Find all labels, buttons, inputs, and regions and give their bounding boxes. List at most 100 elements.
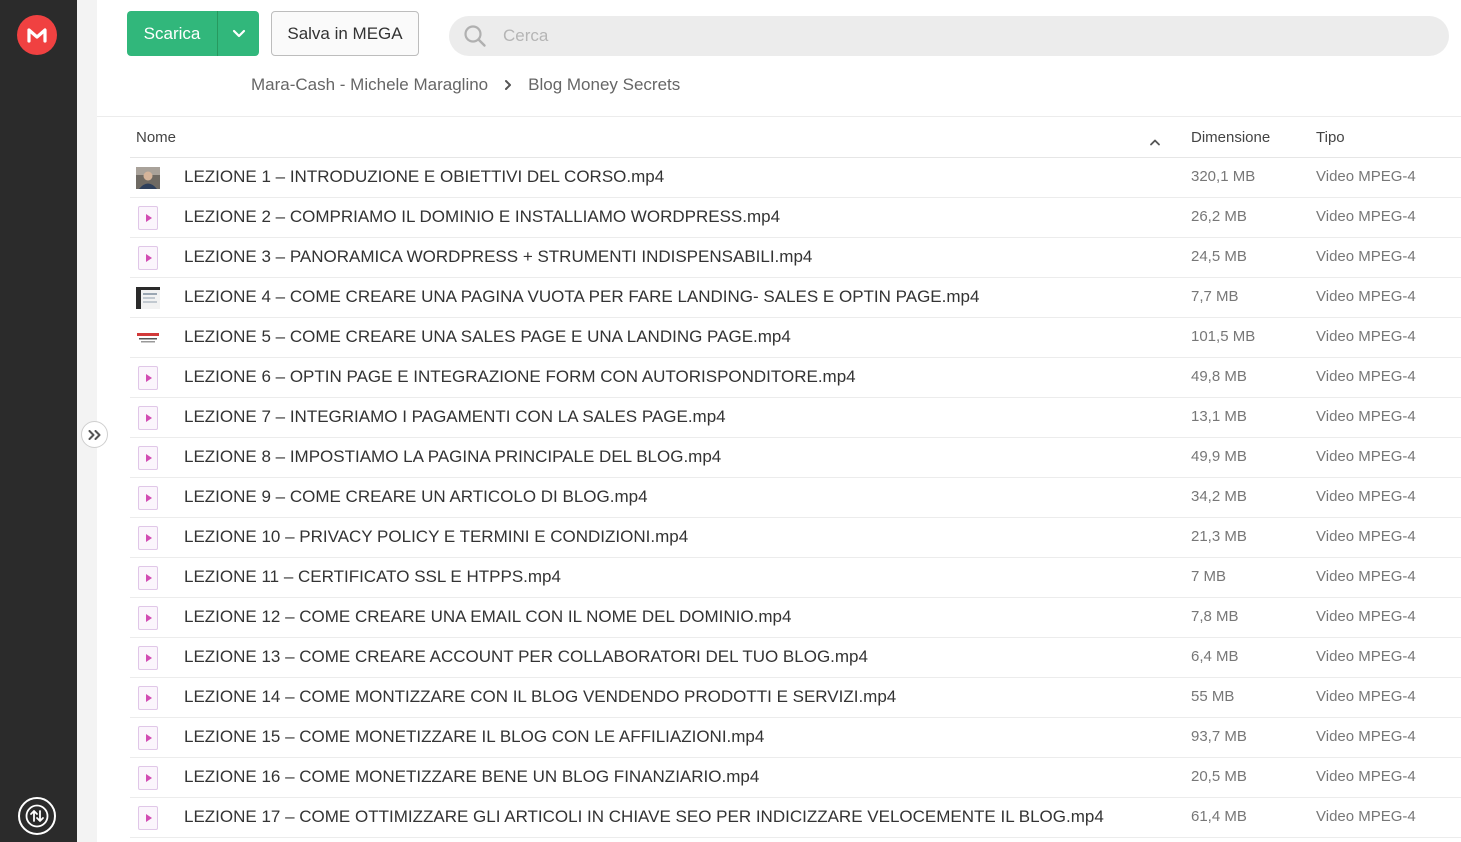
file-row[interactable]: LEZIONE 7 – INTEGRIAMO I PAGAMENTI CON L… [130,398,1461,438]
play-triangle-icon [146,694,152,702]
file-size: 21,3 MB [1191,528,1247,545]
file-row[interactable]: LEZIONE 12 – COME CREARE UNA EMAIL CON I… [130,598,1461,638]
file-type: Video MPEG-4 [1316,688,1416,705]
play-triangle-icon [146,654,152,662]
breadcrumb-item-root-folder[interactable]: Mara-Cash - Michele Maraglino [251,75,488,95]
file-size: 93,7 MB [1191,728,1247,745]
play-triangle-icon [146,734,152,742]
file-size: 7,8 MB [1191,608,1239,625]
file-type: Video MPEG-4 [1316,488,1416,505]
file-size: 55 MB [1191,688,1235,705]
file-row[interactable]: LEZIONE 6 – OPTIN PAGE E INTEGRAZIONE FO… [130,358,1461,398]
play-triangle-icon [146,454,152,462]
video-file-icon [138,766,158,790]
column-header-size[interactable]: Dimensione [1191,129,1270,146]
file-size: 20,5 MB [1191,768,1247,785]
file-type-icon [136,286,160,310]
mega-m-icon [27,28,47,43]
file-type-icon [136,486,160,510]
play-triangle-icon [146,614,152,622]
file-row[interactable]: LEZIONE 8 – IMPOSTIAMO LA PAGINA PRINCIP… [130,438,1461,478]
chevron-down-icon [232,29,245,38]
video-file-icon [138,646,158,670]
play-triangle-icon [146,254,152,262]
file-type-icon [136,686,160,710]
video-file-icon [138,246,158,270]
play-triangle-icon [146,414,152,422]
file-type: Video MPEG-4 [1316,168,1416,185]
file-row[interactable]: LEZIONE 10 – PRIVACY POLICY E TERMINI E … [130,518,1461,558]
file-type-icon [136,406,160,430]
file-row[interactable]: LEZIONE 17 – COME OTTIMIZZARE GLI ARTICO… [130,798,1461,838]
play-triangle-icon [146,774,152,782]
file-type-icon [136,766,160,790]
file-type: Video MPEG-4 [1316,608,1416,625]
search-input[interactable] [501,25,1405,47]
file-size: 26,2 MB [1191,208,1247,225]
file-name: LEZIONE 4 – COME CREARE UNA PAGINA VUOTA… [184,287,980,306]
file-name: LEZIONE 9 – COME CREARE UN ARTICOLO DI B… [184,487,648,506]
file-row[interactable]: LEZIONE 14 – COME MONTIZZARE CON IL BLOG… [130,678,1461,718]
file-type: Video MPEG-4 [1316,248,1416,265]
video-file-icon [138,566,158,590]
file-row[interactable]: LEZIONE 11 – CERTIFICATO SSL E HTPPS.mp4… [130,558,1461,598]
sidebar [0,0,77,842]
file-list: LEZIONE 1 – INTRODUZIONE E OBIETTIVI DEL… [130,158,1461,838]
file-size: 49,9 MB [1191,448,1247,465]
file-size: 61,4 MB [1191,808,1247,825]
file-row[interactable]: LEZIONE 15 – COME MONETIZZARE IL BLOG CO… [130,718,1461,758]
video-file-icon [138,446,158,470]
file-size: 7 MB [1191,568,1227,585]
file-type: Video MPEG-4 [1316,648,1416,665]
play-triangle-icon [146,214,152,222]
sort-ascending-icon[interactable] [1149,133,1161,150]
download-button[interactable]: Scarica [127,11,259,56]
video-thumbnail-icon [136,327,160,349]
save-to-mega-button[interactable]: Salva in MEGA [271,11,419,56]
file-name: LEZIONE 14 – COME MONTIZZARE CON IL BLOG… [184,687,897,706]
file-row[interactable]: LEZIONE 13 – COME CREARE ACCOUNT PER COL… [130,638,1461,678]
file-name: LEZIONE 16 – COME MONETIZZARE BENE UN BL… [184,767,760,786]
file-name: LEZIONE 7 – INTEGRIAMO I PAGAMENTI CON L… [184,407,726,426]
transfers-icon[interactable] [18,797,56,835]
file-type-icon [136,726,160,750]
video-file-icon [138,606,158,630]
file-row[interactable]: LEZIONE 1 – INTRODUZIONE E OBIETTIVI DEL… [130,158,1461,198]
play-triangle-icon [146,534,152,542]
file-row[interactable]: LEZIONE 16 – COME MONETIZZARE BENE UN BL… [130,758,1461,798]
file-type: Video MPEG-4 [1316,448,1416,465]
file-name: LEZIONE 2 – COMPRIAMO IL DOMINIO E INSTA… [184,207,781,226]
file-type: Video MPEG-4 [1316,808,1416,825]
file-size: 7,7 MB [1191,288,1239,305]
file-size: 101,5 MB [1191,328,1256,345]
expand-panel-button[interactable] [81,421,108,448]
mega-logo-icon[interactable] [17,15,57,55]
file-name: LEZIONE 15 – COME MONETIZZARE IL BLOG CO… [184,727,765,746]
search-bar[interactable] [449,16,1449,56]
file-name: LEZIONE 17 – COME OTTIMIZZARE GLI ARTICO… [184,807,1104,826]
file-type-icon [136,566,160,590]
file-name: LEZIONE 3 – PANORAMICA WORDPRESS + STRUM… [184,247,813,266]
file-row[interactable]: LEZIONE 5 – COME CREARE UNA SALES PAGE E… [130,318,1461,358]
file-type-icon [136,246,160,270]
file-type: Video MPEG-4 [1316,328,1416,345]
file-row[interactable]: LEZIONE 4 – COME CREARE UNA PAGINA VUOTA… [130,278,1461,318]
download-options-dropdown[interactable] [218,29,259,38]
play-triangle-icon [146,574,152,582]
column-header-type[interactable]: Tipo [1316,129,1345,146]
file-name: LEZIONE 8 – IMPOSTIAMO LA PAGINA PRINCIP… [184,447,722,466]
video-file-icon [138,366,158,390]
file-row[interactable]: LEZIONE 2 – COMPRIAMO IL DOMINIO E INSTA… [130,198,1461,238]
video-file-icon [138,686,158,710]
file-type: Video MPEG-4 [1316,568,1416,585]
file-name: LEZIONE 5 – COME CREARE UNA SALES PAGE E… [184,327,791,346]
main-content: Scarica Salva in MEGA Mara-Cash - Michel… [97,0,1461,842]
column-header-name[interactable]: Nome [136,129,176,146]
file-row[interactable]: LEZIONE 9 – COME CREARE UN ARTICOLO DI B… [130,478,1461,518]
video-thumbnail-icon [136,167,160,189]
file-type: Video MPEG-4 [1316,528,1416,545]
file-row[interactable]: LEZIONE 3 – PANORAMICA WORDPRESS + STRUM… [130,238,1461,278]
file-type-icon [136,446,160,470]
video-file-icon [138,526,158,550]
breadcrumb-item-current-folder[interactable]: Blog Money Secrets [528,75,680,95]
